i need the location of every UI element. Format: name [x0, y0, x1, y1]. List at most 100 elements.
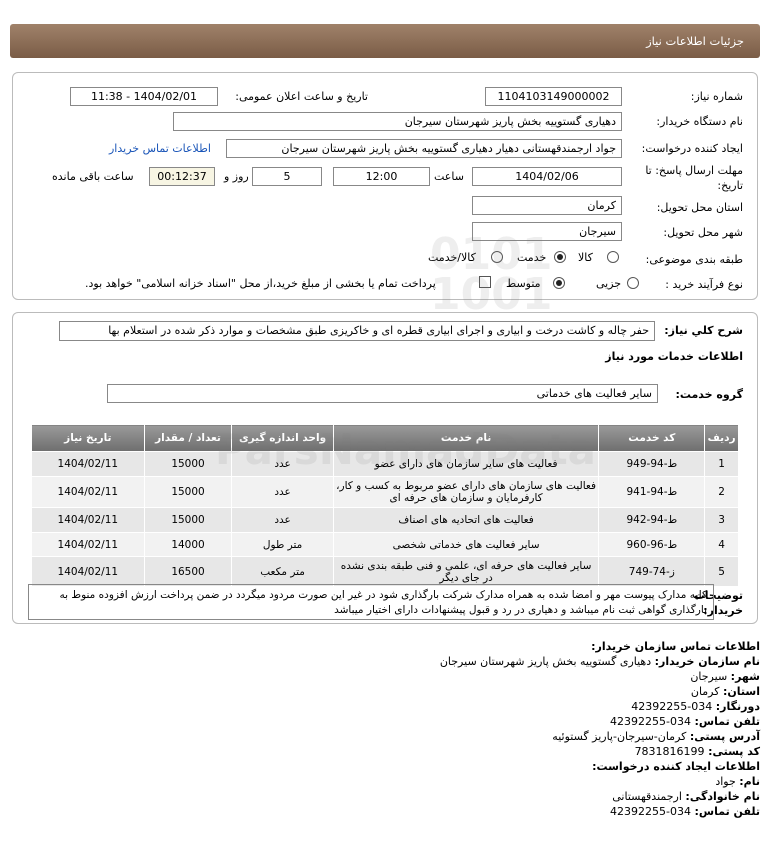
summary-field[interactable]: حفر چاله و کاشت درخت و ابیاری و اجرای اب…	[59, 321, 655, 341]
cell-name: سایر فعالیت های حرفه ای، علمی و فنی طبقه…	[332, 556, 600, 587]
cell-date: 1404/02/11	[31, 507, 145, 533]
creator-field[interactable]: جواد ارجمندقهستانی دهیار دهیاری گستوییه …	[226, 139, 622, 158]
cell-name: سایر فعالیت های خدماتی شخصی	[332, 532, 600, 557]
cell-date: 1404/02/11	[31, 476, 145, 508]
creator-label: ایجاد کننده درخواست:	[641, 142, 743, 155]
col-row-header: ردیف	[704, 424, 739, 452]
contact-address-line: آدرس پستی: کرمان-سیرجان-پاریز گستوئیه	[552, 730, 760, 743]
deadline-time-field[interactable]: 12:00	[333, 167, 430, 186]
category-goods-radio[interactable]	[607, 251, 619, 263]
cell-qty: 14000	[143, 532, 233, 557]
cell-date: 1404/02/11	[31, 556, 145, 587]
cell-unit: عدد	[231, 507, 334, 533]
service-group-label: گروه خدمت:	[675, 388, 743, 401]
cell-name: فعالیت های سایر سازمان های دارای عضو	[332, 451, 600, 477]
table-row[interactable]: 3 ط-94-942 فعالیت های اتحادیه های اصناف …	[31, 507, 739, 533]
cell-date: 1404/02/11	[31, 451, 145, 477]
summary-label: شرح کلي نياز:	[664, 324, 743, 337]
col-date-header: تاریخ نیاز	[31, 424, 145, 452]
creator-heading: اطلاعات ایجاد کننده درخواست:	[592, 760, 760, 773]
process-small-radio[interactable]	[627, 277, 639, 289]
col-code-header: کد خدمت	[598, 424, 706, 452]
table-row[interactable]: 2 ط-94-941 فعالیت های سازمان های دارای ع…	[31, 476, 739, 508]
category-label: طبقه بندی موضوعی:	[645, 253, 743, 266]
process-label: نوع فرآیند خرید :	[665, 278, 743, 291]
category-service-label: خدمت	[517, 251, 547, 264]
contact-phone: 034-42392255	[610, 715, 692, 728]
contact-address-label: آدرس پستی:	[689, 730, 760, 743]
remaining-time-field: 00:12:37	[149, 167, 215, 186]
page-header: جزئیات اطلاعات نیاز	[10, 24, 760, 58]
creator-name-label: نام:	[739, 775, 760, 788]
cell-qty: 15000	[143, 507, 233, 533]
deadline-date-field[interactable]: 1404/02/06	[472, 167, 622, 186]
services-table: ردیف کد خدمت نام خدمت واحد اندازه گیری ت…	[31, 424, 739, 587]
contact-province-line: استان: کرمان	[691, 685, 760, 698]
creator-family-label: نام خانوادگی:	[685, 790, 760, 803]
contact-heading: اطلاعات تماس سازمان خریدار:	[591, 640, 760, 653]
time-label: ساعت	[434, 170, 464, 183]
contact-fax-label: دورنگار:	[715, 700, 760, 713]
deadline-label: مهلت ارسال پاسخ: تا	[645, 164, 743, 177]
cell-qty: 16500	[143, 556, 233, 587]
cell-code: ط-94-949	[598, 451, 706, 477]
col-unit-header: واحد اندازه گیری	[231, 424, 334, 452]
cell-unit: عدد	[231, 476, 334, 508]
table-row[interactable]: 1 ط-94-949 فعالیت های سایر سازمان های دا…	[31, 451, 739, 477]
creator-family-line: نام خانوادگی: ارجمندقهستانی	[612, 790, 760, 803]
cell-row: 2	[704, 476, 739, 508]
city-field[interactable]: سیرجان	[472, 222, 622, 241]
treasury-payment-checkbox[interactable]	[479, 276, 491, 288]
deadline-label-2: تاریخ:	[717, 179, 743, 192]
contact-org-label: نام سازمان خریدار:	[654, 655, 760, 668]
cell-unit: متر مکعب	[231, 556, 334, 587]
city-label: شهر محل تحویل:	[663, 226, 743, 239]
category-goods-label: کالا	[578, 251, 593, 264]
cell-date: 1404/02/11	[31, 532, 145, 557]
creator-phone: 034-42392255	[610, 805, 692, 818]
contact-fax: 034-42392255	[631, 700, 713, 713]
treasury-payment-note: پرداخت تمام یا بخشی از مبلغ خرید،از محل …	[85, 277, 436, 290]
contact-province-label: استان:	[723, 685, 760, 698]
announce-datetime-field[interactable]: 1404/02/01 - 11:38	[70, 87, 218, 106]
category-goods-service-label: کالا/خدمت	[428, 251, 476, 264]
col-name-header: نام خدمت	[332, 424, 600, 452]
buyer-org-label: نام دستگاه خریدار:	[656, 115, 743, 128]
contact-phone-line: تلفن تماس: 034-42392255	[610, 715, 760, 728]
contact-city: سیرجان	[690, 670, 728, 683]
contact-org-line: نام سازمان خریدار: دهیاری گستوییه بخش پا…	[440, 655, 760, 668]
creator-phone-line: تلفن تماس: 034-42392255	[610, 805, 760, 818]
contact-fax-line: دورنگار: 034-42392255	[631, 700, 760, 713]
contact-org: دهیاری گستوییه بخش پاریز شهرستان سیرجان	[439, 655, 652, 668]
buyer-contact-link[interactable]: اطلاعات تماس خریدار	[109, 142, 211, 155]
cell-code: ط-94-942	[598, 507, 706, 533]
province-label: استان محل تحویل:	[656, 201, 743, 214]
announce-label: تاریخ و ساعت اعلان عمومی:	[235, 90, 368, 103]
buyer-org-field[interactable]: دهیاری گستوییه بخش پاریز شهرستان سیرجان	[173, 112, 622, 131]
buyer-notes-box: کلیه مدارک پیوست مهر و امضا شده به همراه…	[28, 584, 714, 620]
cell-code: ز-74-749	[598, 556, 706, 587]
cell-unit: عدد	[231, 451, 334, 477]
contact-phone-label: تلفن تماس:	[694, 715, 760, 728]
days-field[interactable]: 5	[252, 167, 322, 186]
province-field[interactable]: کرمان	[472, 196, 622, 215]
table-header-row: ردیف کد خدمت نام خدمت واحد اندازه گیری ت…	[31, 424, 739, 452]
cell-qty: 15000	[143, 476, 233, 508]
contact-postal: 7831816199	[634, 745, 705, 758]
cell-name: فعالیت های سازمان های دارای عضو مربوط به…	[332, 476, 600, 508]
category-goods-service-radio[interactable]	[491, 251, 503, 263]
services-heading: اطلاعات خدمات مورد نياز	[605, 350, 743, 363]
need-number-field[interactable]: 1104103149000002	[485, 87, 622, 106]
service-group-field[interactable]: سایر فعالیت های خدماتی	[107, 384, 658, 403]
table-row[interactable]: 4 ط-96-960 سایر فعالیت های خدماتی شخصی م…	[31, 532, 739, 557]
process-medium-radio[interactable]	[553, 277, 565, 289]
col-qty-header: تعداد / مقدار	[143, 424, 233, 452]
cell-row: 3	[704, 507, 739, 533]
creator-phone-label: تلفن تماس:	[694, 805, 760, 818]
category-service-radio[interactable]	[554, 251, 566, 263]
cell-code: ط-94-941	[598, 476, 706, 508]
cell-code: ط-96-960	[598, 532, 706, 557]
contact-city-line: شهر: سیرجان	[690, 670, 760, 683]
table-row[interactable]: 5 ز-74-749 سایر فعالیت های حرفه ای، علمی…	[31, 556, 739, 587]
creator-family: ارجمندقهستانی	[612, 790, 682, 803]
